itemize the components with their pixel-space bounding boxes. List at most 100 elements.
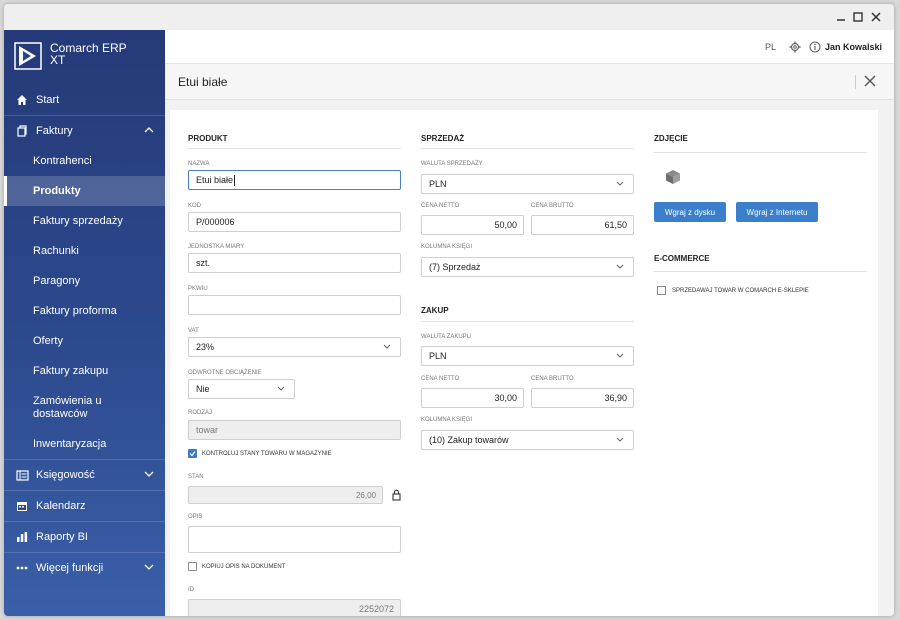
upload-from-disk-button[interactable]: Wgraj z dysku	[654, 202, 726, 222]
sidebar-item-label: Księgowość	[36, 469, 95, 481]
jm-label: JEDNOSTKA MIARY	[188, 244, 245, 250]
sidebar: Comarch ERP XT Start Faktury Kontrahenci…	[4, 30, 165, 616]
lock-icon[interactable]	[392, 489, 401, 501]
rodzaj-label: RODZAJ	[188, 410, 212, 416]
vat-label: VAT	[188, 328, 199, 334]
waluta-value: PLN	[429, 351, 447, 361]
sidebar-item-rachunki[interactable]: Rachunki	[4, 236, 165, 266]
odwrotne-select[interactable]: Nie	[188, 379, 295, 399]
jm-value: szt.	[196, 258, 211, 268]
rodzaj-value: towar	[196, 425, 219, 435]
section-title-zakup: ZAKUP	[421, 306, 449, 315]
sidebar-item-label: Start	[36, 94, 60, 106]
sidebar-item-faktury[interactable]: Faktury	[4, 116, 165, 146]
label-line1: Zamówienia u	[33, 394, 102, 407]
sidebar-item-paragony[interactable]: Paragony	[4, 266, 165, 296]
nazwa-label: NAZWA	[188, 161, 210, 167]
sidebar-item-label: Faktury	[36, 125, 73, 137]
gear-icon[interactable]	[789, 41, 801, 53]
sidebar-item-label: Zamówienia u dostawców	[33, 395, 101, 421]
waluta-zakupu-select[interactable]: PLN	[421, 346, 634, 366]
brutto-value: 61,50	[604, 220, 627, 230]
vat-value: 23%	[196, 342, 215, 352]
brutto-value: 36,90	[604, 393, 627, 403]
sidebar-item-zamowienia[interactable]: Zamówienia u dostawców	[4, 386, 165, 429]
kolumna-ksiegi-sprzedaz-select[interactable]: (7) Sprzedaż	[421, 257, 634, 277]
close-icon[interactable]	[863, 74, 877, 88]
kopiuj-checkbox[interactable]	[188, 562, 197, 571]
kopiuj-label: KOPIUJ OPIS NA DOKUMENT	[202, 564, 286, 570]
sidebar-item-label: Kontrahenci	[33, 155, 92, 167]
opis-textarea[interactable]	[188, 526, 401, 553]
user-name[interactable]: Jan Kowalski	[825, 42, 882, 52]
waluta-value: PLN	[429, 179, 447, 189]
netto-value: 50,00	[494, 220, 517, 230]
kontroluj-checkbox[interactable]	[188, 449, 197, 458]
window-close-icon[interactable]	[868, 9, 884, 25]
sidebar-item-label: Więcej funkcji	[36, 562, 104, 574]
sidebar-item-label: Faktury proforma	[33, 305, 117, 317]
upload-from-internet-button[interactable]: Wgraj z Internetu	[736, 202, 818, 222]
page-title: Etui białe	[178, 75, 228, 89]
kolumna-ksiegi-label: KOLUMNA KSIĘGI	[421, 417, 473, 423]
opis-label: OPIS	[188, 514, 203, 520]
minimize-icon[interactable]	[833, 9, 849, 25]
cena-brutto-zakup-input[interactable]: 36,90	[531, 388, 634, 408]
sidebar-item-start[interactable]: Start	[4, 85, 165, 115]
sidebar-item-raporty-bi[interactable]: Raporty BI	[4, 522, 165, 552]
section-rule	[188, 148, 401, 149]
language-switch[interactable]: PL	[765, 42, 776, 52]
pkwiu-label: PKWIU	[188, 286, 208, 292]
sidebar-item-oferty[interactable]: Oferty	[4, 326, 165, 356]
cena-netto-label: CENA NETTO	[421, 203, 460, 209]
text-cursor	[234, 174, 236, 186]
waluta-sprzedazy-select[interactable]: PLN	[421, 174, 634, 194]
cena-brutto-sprzedaz-input[interactable]: 61,50	[531, 215, 634, 235]
page-header: Etui białe	[165, 64, 894, 100]
sidebar-item-inwentaryzacja[interactable]: Inwentaryzacja	[4, 429, 165, 459]
kolumna-ksiegi-zakup-select[interactable]: (10) Zakup towarów	[421, 430, 634, 450]
info-icon[interactable]	[809, 41, 821, 53]
konto-value: (10) Zakup towarów	[429, 435, 509, 445]
pkwiu-input[interactable]	[188, 295, 401, 315]
section-rule	[421, 321, 634, 322]
jednostka-miary-input[interactable]: szt.	[188, 253, 401, 273]
kod-value: P/000006	[196, 217, 235, 227]
cena-netto-sprzedaz-input[interactable]: 50,00	[421, 215, 524, 235]
kod-input[interactable]: P/000006	[188, 212, 401, 232]
sidebar-item-kontrahenci[interactable]: Kontrahenci	[4, 146, 165, 176]
checkmark-icon	[189, 451, 196, 457]
cena-netto-zakup-input[interactable]: 30,00	[421, 388, 524, 408]
chevron-down-icon	[144, 564, 154, 570]
sidebar-item-faktury-zakupu[interactable]: Faktury zakupu	[4, 356, 165, 386]
sidebar-item-label: Raporty BI	[36, 531, 88, 543]
nazwa-input[interactable]: Etui białe	[188, 170, 401, 190]
sidebar-item-produkty[interactable]: Produkty	[4, 176, 165, 206]
vat-select[interactable]: 23%	[188, 337, 401, 357]
sidebar-item-label: Kalendarz	[36, 500, 86, 512]
sidebar-item-label: Produkty	[33, 185, 81, 197]
document-icon	[15, 124, 29, 138]
netto-value: 30,00	[494, 393, 517, 403]
sidebar-item-faktury-proforma[interactable]: Faktury proforma	[4, 296, 165, 326]
sidebar-item-faktury-sprzedazy[interactable]: Faktury sprzedaży	[4, 206, 165, 236]
sell-in-eshop-checkbox[interactable]	[657, 286, 666, 295]
section-rule	[654, 271, 867, 272]
app-window: Comarch ERP XT Start Faktury Kontrahenci…	[4, 4, 894, 616]
id-label: ID	[188, 587, 194, 593]
app-logo: Comarch ERP XT	[14, 42, 127, 70]
content-scrollbar[interactable]	[880, 110, 894, 616]
rodzaj-field: towar	[188, 420, 401, 440]
sidebar-item-wiecej-funkcji[interactable]: Więcej funkcji	[4, 553, 165, 583]
kolumna-ksiegi-label: KOLUMNA KSIĘGI	[421, 244, 473, 250]
top-bar: PL Jan Kowalski	[165, 30, 894, 64]
sidebar-item-ksiegowosc[interactable]: Księgowość	[4, 460, 165, 490]
chevron-down-icon	[277, 386, 285, 391]
home-icon	[15, 93, 29, 107]
kontroluj-label: KONTROLUJ STANY TOWARU W MAGAZYNIE	[202, 451, 332, 457]
box-placeholder-icon	[666, 170, 680, 184]
sidebar-item-kalendarz[interactable]: Kalendarz	[4, 491, 165, 521]
maximize-icon[interactable]	[850, 9, 866, 25]
cena-brutto-label: CENA BRUTTO	[531, 203, 574, 209]
stan-value: 26,00	[355, 490, 376, 500]
